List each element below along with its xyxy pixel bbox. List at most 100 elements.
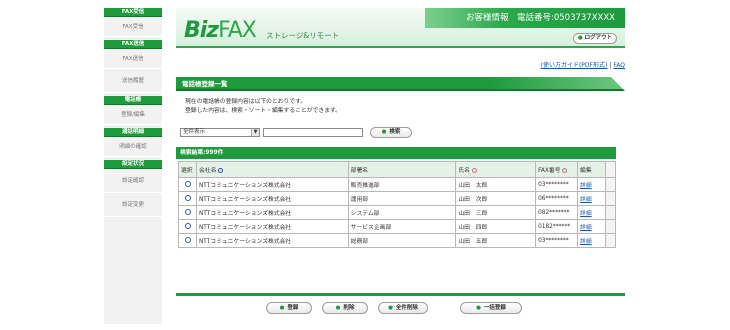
- edit-cell: 詳細: [577, 219, 606, 234]
- row-radio-button[interactable]: [185, 237, 191, 244]
- sidebar-heading-fax-receive: FAX受信: [104, 8, 162, 17]
- edit-cell: 詳細: [577, 205, 606, 220]
- description-line-1: 現在の電話帳の登録内容は以下のとおりです。: [185, 99, 307, 105]
- company-cell: NTTコミュニケーションズ株式会社: [195, 205, 349, 220]
- chevron-down-icon[interactable]: ▼: [251, 129, 259, 136]
- delete-all-button-label: 全件削除: [395, 305, 418, 311]
- delete-button[interactable]: ● 削除: [322, 302, 368, 314]
- search-button[interactable]: ● 検索: [370, 127, 412, 138]
- bulk-register-button[interactable]: ● 一括登録: [460, 302, 522, 314]
- table-row: NTTコミュニケーションズ株式会社 販売推進部 山田 太郎 03********…: [178, 177, 617, 192]
- service-tagline: ストレージ&リモート: [266, 31, 340, 40]
- table-row: NTTコミュニケーションズ株式会社 総務部 山田 五郎 03******** 詳…: [178, 233, 617, 248]
- sidebar-nav: FAX受信 FAX受信 FAX送信 FAX送信 送信履歴 電話帳 登録/編集 通…: [104, 8, 162, 324]
- scrollbar-track[interactable]: [604, 233, 617, 248]
- edit-cell: 詳細: [577, 233, 606, 248]
- scrollbar-track[interactable]: [604, 177, 617, 192]
- edit-cell: 詳細: [577, 191, 606, 206]
- faq-link[interactable]: FAQ: [613, 62, 625, 69]
- name-cell: 山田 次郎: [455, 191, 537, 206]
- table-header-row: 選択 会社名 部署名 氏名 FAX番号 編集: [178, 161, 617, 178]
- column-header-name-label: 氏名: [458, 168, 470, 174]
- bulk-register-button-label: 一括登録: [483, 305, 506, 311]
- logo-fax-text: FAX: [218, 18, 257, 43]
- scrollbar-track[interactable]: [604, 191, 617, 206]
- company-cell: NTTコミュニケーションズ株式会社: [195, 177, 349, 192]
- page-header: BizFAX ストレージ&リモート お客様情報 電話番号:0503737XXXX…: [176, 8, 625, 48]
- scrollbar-track[interactable]: [604, 161, 617, 178]
- sidebar-heading-phonebook: 電話帳: [104, 96, 162, 105]
- table-row: NTTコミュニケーションズ株式会社 システム部 山田 三郎 082*******…: [178, 205, 617, 220]
- sidebar-item-fax-send[interactable]: FAX送信: [104, 49, 162, 69]
- column-header-select: 選択: [178, 161, 197, 178]
- sidebar-item-send-history[interactable]: 送信履歴: [104, 69, 162, 93]
- sidebar-item-settings-change[interactable]: 設定変更: [104, 193, 162, 217]
- row-select-cell: [178, 219, 197, 234]
- column-header-name[interactable]: 氏名: [455, 161, 537, 178]
- scrollbar-track[interactable]: [604, 205, 617, 220]
- usage-guide-link[interactable]: (使い方ガイド(PDF形式): [541, 62, 608, 69]
- column-header-company-label: 会社名: [198, 168, 217, 174]
- row-radio-button[interactable]: [185, 195, 191, 202]
- bullet-icon: ●: [279, 305, 285, 311]
- search-input[interactable]: [263, 128, 363, 137]
- detail-link[interactable]: 詳細: [580, 197, 592, 203]
- logout-label: ログアウト: [584, 35, 613, 41]
- phonebook-table: 選択 会社名 部署名 氏名 FAX番号 編集 NTTコミュニケーションズ株式会社…: [178, 161, 617, 248]
- logout-button[interactable]: ● ログアウト: [573, 33, 617, 44]
- sort-icon[interactable]: [218, 168, 224, 173]
- row-radio-button[interactable]: [185, 181, 191, 188]
- customer-info: お客様情報 電話番号:0503737XXXX: [425, 8, 625, 28]
- help-links: (使い方ガイド(PDF形式) | FAQ: [541, 60, 625, 69]
- title-corner-decoration: [611, 77, 625, 91]
- row-radio-button[interactable]: [185, 209, 191, 216]
- name-cell: 山田 五郎: [455, 233, 537, 248]
- sidebar-heading-call-details: 通話明細: [104, 128, 162, 137]
- name-cell: 山田 四郎: [455, 219, 537, 234]
- company-cell: NTTコミュニケーションズ株式会社: [195, 219, 349, 234]
- row-radio-button[interactable]: [185, 223, 191, 230]
- register-button[interactable]: ● 登録: [266, 302, 312, 314]
- table-row: NTTコミュニケーションズ株式会社 運用部 山田 次郎 06******** 詳…: [178, 191, 617, 206]
- bottom-divider: [176, 293, 625, 296]
- fax-cell: 03********: [535, 233, 579, 248]
- detail-link[interactable]: 詳細: [580, 211, 592, 217]
- filter-dropdown[interactable]: 全件表示 ▼: [180, 128, 260, 137]
- table-row: NTTコミュニケーションズ株式会社 サービス企画部 山田 四郎 0182****…: [178, 219, 617, 234]
- department-cell: 総務部: [347, 233, 457, 248]
- page-title: 電話帳登録一覧: [176, 77, 625, 91]
- delete-all-button[interactable]: ● 全件削除: [378, 302, 428, 314]
- bullet-icon: ●: [388, 305, 393, 311]
- column-header-edit: 編集: [577, 161, 606, 178]
- name-cell: 山田 三郎: [455, 205, 537, 220]
- column-header-fax[interactable]: FAX番号: [535, 161, 579, 178]
- page-title-text: 電話帳登録一覧: [182, 80, 228, 88]
- delete-button-label: 削除: [343, 305, 355, 311]
- page-description: 現在の電話帳の登録内容は以下のとおりです。 登録した内容は、検索・ソート・編集す…: [185, 98, 341, 116]
- sidebar-item-check-details[interactable]: 明細の確認: [104, 137, 162, 157]
- department-cell: システム部: [347, 205, 457, 220]
- description-line-2: 登録した内容は、検索・ソート・編集することができます。: [185, 108, 341, 114]
- bullet-icon: ●: [335, 305, 341, 311]
- scrollbar-track[interactable]: [604, 219, 617, 234]
- sort-icon[interactable]: [471, 168, 477, 173]
- search-button-label: 検索: [389, 129, 401, 135]
- sidebar-item-settings-confirm[interactable]: 設定確認: [104, 169, 162, 193]
- edit-cell: 詳細: [577, 177, 606, 192]
- name-cell: 山田 太郎: [455, 177, 537, 192]
- row-select-cell: [178, 191, 197, 206]
- detail-link[interactable]: 詳細: [580, 225, 592, 231]
- bullet-icon: ●: [476, 305, 481, 311]
- fax-cell: 0182******: [535, 219, 579, 234]
- sidebar-item-register-edit[interactable]: 登録/編集: [104, 105, 162, 125]
- detail-link[interactable]: 詳細: [580, 183, 592, 189]
- column-header-department: 部署名: [347, 161, 457, 178]
- column-header-company[interactable]: 会社名: [195, 161, 349, 178]
- sort-icon[interactable]: [562, 168, 568, 173]
- sidebar-item-fax-receive[interactable]: FAX受信: [104, 17, 162, 37]
- bullet-icon: ●: [381, 129, 387, 135]
- register-button-label: 登録: [287, 305, 299, 311]
- detail-link[interactable]: 詳細: [580, 239, 592, 245]
- sidebar-heading-fax-send: FAX送信: [104, 40, 162, 49]
- department-cell: 運用部: [347, 191, 457, 206]
